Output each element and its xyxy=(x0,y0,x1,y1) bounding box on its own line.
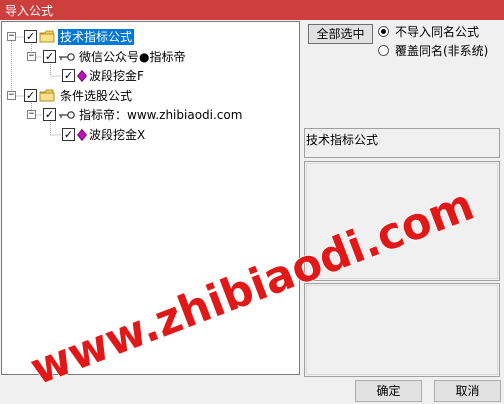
radio-overwrite-same-name[interactable]: 覆盖同名(非系统) xyxy=(378,43,498,59)
node-checkbox[interactable]: ✓ xyxy=(62,69,75,82)
tree-node-label: 指标帝：www.zhibiaodi.com xyxy=(79,108,243,122)
formula-diamond-icon xyxy=(77,70,87,82)
formula-diamond-icon xyxy=(77,129,87,141)
key-icon xyxy=(59,53,75,61)
radio-dot xyxy=(381,29,386,34)
radio-no-import-same-name[interactable]: 不导入同名公式 xyxy=(378,24,498,40)
node-checkbox[interactable]: ✓ xyxy=(43,108,56,121)
node-checkbox[interactable]: ✓ xyxy=(62,128,75,141)
tree-node-zhibiaodi[interactable]: − ✓ 指标帝：www.zhibiaodi.com xyxy=(2,107,292,123)
radio-button-unchecked[interactable] xyxy=(378,45,389,56)
formula-detail-box xyxy=(304,283,500,377)
tree-node-formula-f[interactable]: ✓ 波段挖金F xyxy=(2,68,202,84)
node-checkbox[interactable]: ✓ xyxy=(24,89,37,102)
radio-button-checked[interactable] xyxy=(378,26,389,37)
formula-description-box xyxy=(304,161,500,281)
tree-node-label: 微信公众号●指标帝 xyxy=(79,50,186,64)
folder-icon xyxy=(39,89,55,102)
radio-label: 覆盖同名(非系统) xyxy=(395,44,489,58)
tree-node-label: 技术指标公式 xyxy=(58,29,135,45)
tree-node-screening-formulas[interactable]: − ✓ 条件选股公式 xyxy=(2,88,202,104)
ok-button[interactable]: 确定 xyxy=(355,380,422,402)
collapse-toggle[interactable]: − xyxy=(27,110,36,119)
title-bar[interactable]: 导入公式 xyxy=(0,0,504,20)
tree-node-label: 波段挖金X xyxy=(89,128,146,142)
tree-node-label: 波段挖金F xyxy=(89,69,144,83)
tree-node-technical-formulas[interactable]: − ✓ 技术指标公式 xyxy=(2,29,202,45)
cancel-button[interactable]: 取消 xyxy=(434,380,501,402)
formula-tree[interactable]: − ✓ 技术指标公式 − ✓ 微信公众号●指标帝 ✓ 波段挖金F − ✓ 条件选… xyxy=(1,21,300,375)
node-checkbox[interactable]: ✓ xyxy=(24,30,37,43)
radio-label: 不导入同名公式 xyxy=(395,25,480,39)
key-icon xyxy=(59,111,75,119)
tree-node-formula-x[interactable]: ✓ 波段挖金X xyxy=(2,127,202,143)
collapse-toggle[interactable]: − xyxy=(7,91,16,100)
tree-node-wechat-account[interactable]: − ✓ 微信公众号●指标帝 xyxy=(2,49,262,65)
collapse-toggle[interactable]: − xyxy=(27,52,36,61)
node-checkbox[interactable]: ✓ xyxy=(43,50,56,63)
tree-node-label: 条件选股公式 xyxy=(60,89,133,103)
select-all-button[interactable]: 全部选中 xyxy=(308,24,373,44)
formula-category-label: 技术指标公式 xyxy=(306,133,379,147)
formula-category-box: 技术指标公式 xyxy=(304,128,500,158)
window-title: 导入公式 xyxy=(5,4,54,18)
collapse-toggle[interactable]: − xyxy=(7,32,16,41)
folder-icon xyxy=(39,30,55,43)
